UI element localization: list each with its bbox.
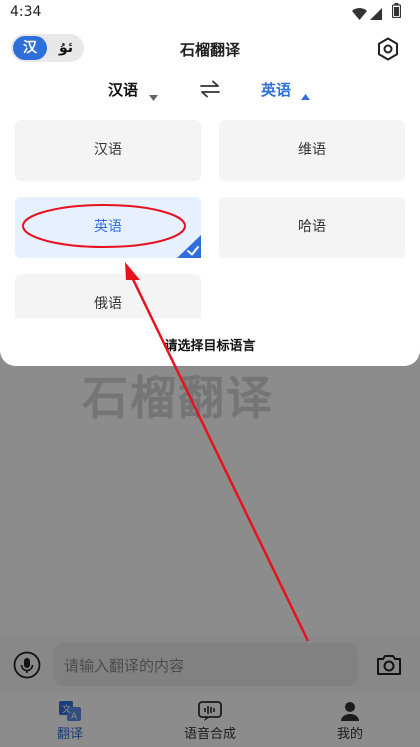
annotation-arrowhead [125,262,140,280]
annotation-arrow-line [127,270,310,642]
highlight-ellipse [22,204,186,248]
annotation-overlay [22,204,310,642]
